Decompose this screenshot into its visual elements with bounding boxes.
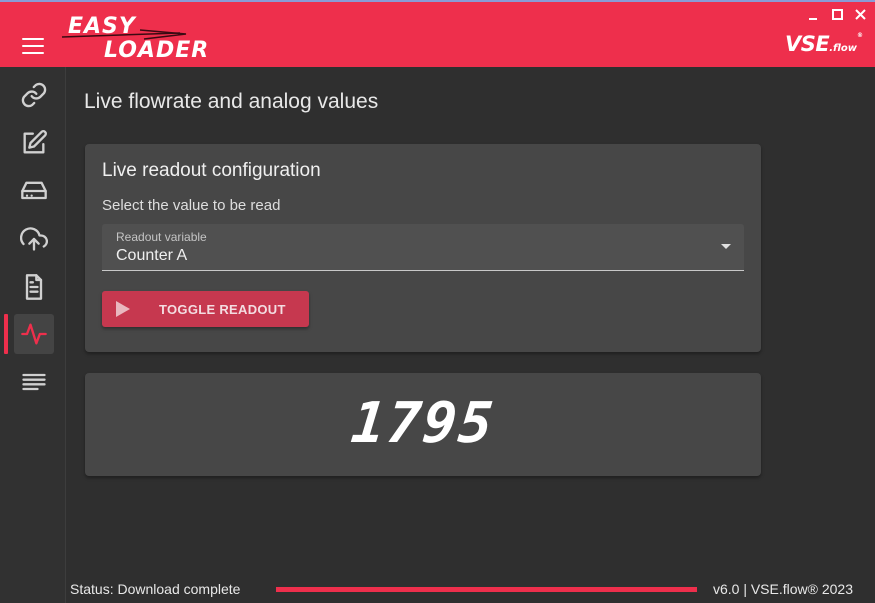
toggle-readout-button[interactable]: TOGGLE READOUT [102,291,309,327]
readout-display-card: 1795 [85,373,761,476]
readout-value: 1795 [348,391,498,456]
nav-item-upload[interactable] [14,219,54,259]
card-subtitle: Select the value to be read [102,197,281,214]
app-logo: EASY LOADER [60,10,208,66]
upload-icon [20,227,48,251]
maximize-icon[interactable] [829,8,847,22]
menu-icon[interactable] [22,38,44,54]
brand-sub-text: .flow [829,43,857,54]
close-icon[interactable] [852,8,870,22]
nav-item-live-values[interactable] [14,314,54,354]
text-lines-icon [22,373,46,391]
select-value: Counter A [116,247,188,264]
readout-config-card: Live readout configuration Select the va… [85,144,761,352]
progress-bar [276,587,697,592]
brand-logo: VSE.flow® [785,32,863,56]
status-text: Status: Download complete [70,581,241,597]
brand-main-text: VSE [784,32,830,56]
active-nav-indicator [4,314,8,354]
select-label: Readout variable [116,230,207,244]
nav-item-drive[interactable] [14,171,54,211]
nav-item-log[interactable] [14,362,54,402]
card-title: Live readout configuration [102,160,321,181]
nav-item-connection[interactable] [14,75,54,115]
chevron-down-icon [721,244,731,249]
app-header: EASY LOADER VSE.flow® [0,2,875,67]
version-text: v6.0 | VSE.flow® 2023 [712,581,853,597]
drive-icon [21,181,47,200]
readout-variable-select[interactable]: Readout variable Counter A [102,224,744,271]
link-icon [21,82,47,108]
brand-reg-mark: ® [857,32,863,39]
document-icon [25,274,43,300]
toggle-readout-label: TOGGLE READOUT [159,302,286,317]
minimize-icon[interactable] [805,8,823,22]
play-icon [116,301,130,317]
page-title: Live flowrate and analog values [84,90,379,113]
logo-text-easy: EASY [68,14,136,39]
progress-fill [276,587,697,592]
sidebar [0,67,66,603]
edit-icon [23,130,47,154]
nav-item-edit[interactable] [14,123,54,163]
nav-item-document[interactable] [14,267,54,307]
logo-text-loader: LOADER [104,38,210,63]
activity-icon [21,323,47,345]
